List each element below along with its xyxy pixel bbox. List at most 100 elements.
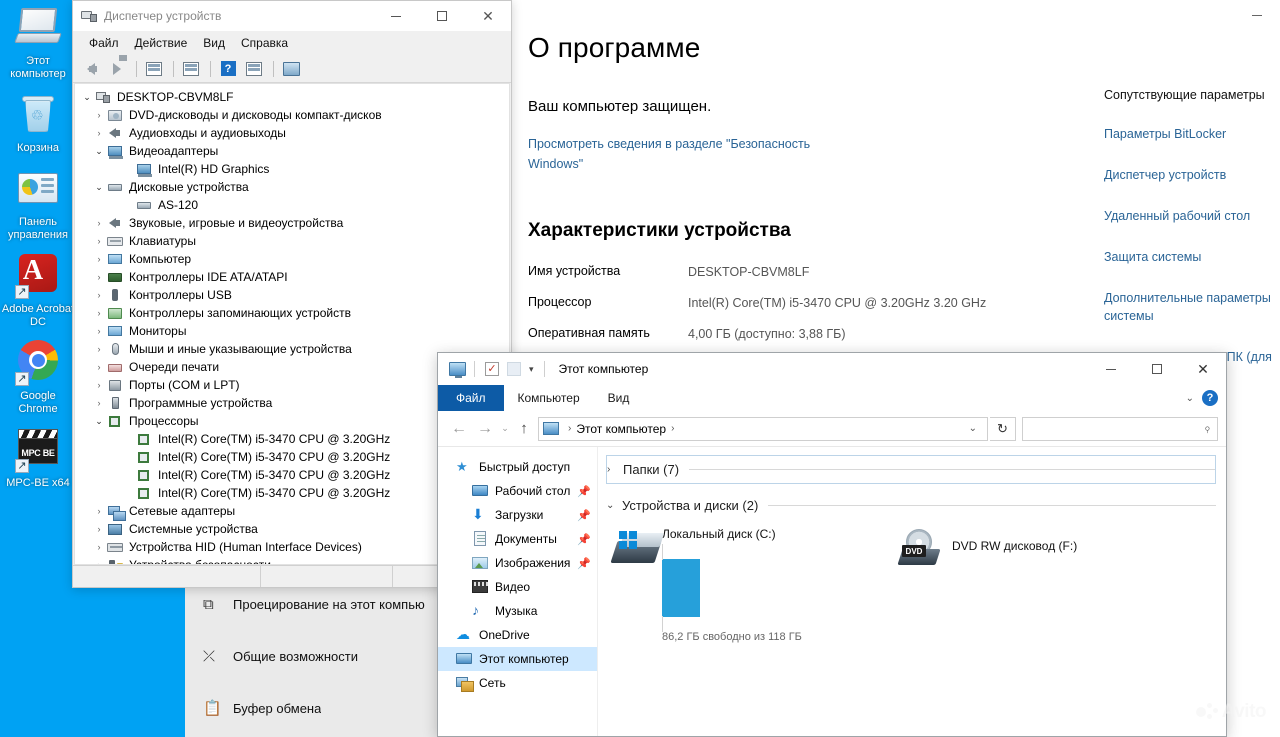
desktop-icon-control-panel[interactable]: Панель управления xyxy=(0,165,76,242)
chevron-right-icon[interactable]: › xyxy=(91,308,107,318)
scan-icon[interactable] xyxy=(242,58,266,80)
chevron-right-icon[interactable]: › xyxy=(91,254,107,264)
this-pc-icon[interactable] xyxy=(446,358,468,380)
forward-arrow-icon[interactable] xyxy=(105,58,129,80)
pin-icon[interactable]: 📌 xyxy=(577,509,591,522)
nav-item-quick-access-star[interactable]: ★ Быстрый доступ xyxy=(438,455,597,479)
device-tree-node[interactable]: Intel(R) HD Graphics xyxy=(75,160,509,178)
device-tree-node[interactable]: ⌄ Видеоадаптеры xyxy=(75,142,509,160)
chevron-right-icon[interactable]: › xyxy=(91,272,107,282)
pin-icon[interactable]: 📌 xyxy=(577,533,591,546)
related-link-advanced-system[interactable]: Дополнительные параметры системы xyxy=(1104,289,1280,325)
properties-icon[interactable] xyxy=(142,58,166,80)
desktop-icon-this-pc[interactable]: Этот компьютер xyxy=(0,4,76,81)
chevron-right-icon[interactable]: › xyxy=(91,290,107,300)
chevron-right-icon[interactable]: › xyxy=(91,506,107,516)
chevron-down-icon[interactable]: ⌄ xyxy=(79,92,95,103)
chevron-right-icon[interactable]: › xyxy=(91,362,107,372)
chevron-right-icon[interactable]: › xyxy=(91,218,107,228)
new-folder-icon[interactable] xyxy=(503,358,525,380)
chevron-down-icon[interactable]: ⌄ xyxy=(91,416,107,427)
breadcrumb[interactable]: › Этот компьютер › ⌄ xyxy=(538,416,988,441)
ribbon-collapse-icon[interactable]: ⌄ xyxy=(1178,393,1202,404)
breadcrumb-dropdown-icon[interactable]: ⌄ xyxy=(963,423,983,434)
nav-item-clipboard[interactable]: 📋 Буфер обмена xyxy=(185,682,443,734)
help-icon[interactable]: ? xyxy=(1202,390,1218,406)
desktop-icon-recycle-bin[interactable]: ♲ Корзина xyxy=(0,91,76,155)
chevron-right-icon[interactable]: › xyxy=(91,128,107,138)
device-tree-node[interactable]: › Звуковые, игровые и видеоустройства xyxy=(75,214,509,232)
nav-item-documents[interactable]: Документы 📌 xyxy=(438,527,597,551)
up-button[interactable]: ↑ xyxy=(512,420,536,437)
related-link-bitlocker[interactable]: Параметры BitLocker xyxy=(1104,125,1280,143)
chevron-right-icon[interactable]: › xyxy=(91,560,107,564)
related-link-system-protection[interactable]: Защита системы xyxy=(1104,248,1280,266)
maximize-button[interactable] xyxy=(1134,353,1180,385)
desktop-icon-google-chrome[interactable]: ↗ Google Chrome xyxy=(0,339,76,416)
device-tree-node[interactable]: › Клавиатуры xyxy=(75,232,509,250)
chevron-right-icon[interactable]: › xyxy=(91,542,107,552)
nav-item-shared-experiences[interactable]: ⤫ Общие возможности xyxy=(185,630,443,682)
menu-view[interactable]: Вид xyxy=(195,34,233,52)
nav-item-pictures[interactable]: Изображения 📌 xyxy=(438,551,597,575)
nav-item-videos[interactable]: Видео xyxy=(438,575,597,599)
device-tree-node[interactable]: › Компьютер xyxy=(75,250,509,268)
help-icon[interactable]: ? xyxy=(216,58,240,80)
navigation-pane[interactable]: ★ Быстрый доступ Рабочий стол 📌 ⬇ Загрузки 📌 До… xyxy=(438,447,598,736)
chevron-right-icon[interactable]: › xyxy=(91,236,107,246)
device-tree-node[interactable]: AS-120 xyxy=(75,196,509,214)
back-button[interactable]: ← xyxy=(446,416,472,442)
chevron-right-icon[interactable]: › xyxy=(91,326,107,336)
nav-item-desktop[interactable]: Рабочий стол 📌 xyxy=(438,479,597,503)
device-tree-node[interactable]: › Аудиовходы и аудиовыходы xyxy=(75,124,509,142)
tab-file[interactable]: Файл xyxy=(438,385,504,411)
pin-icon[interactable]: 📌 xyxy=(577,485,591,498)
desktop-icon-mpc-be[interactable]: MPC BE ↗ MPC-BE x64 xyxy=(0,426,76,490)
related-link-device-manager[interactable]: Диспетчер устройств xyxy=(1104,166,1280,184)
device-tree-node[interactable]: › Контроллеры запоминающих устройств xyxy=(75,304,509,322)
update-driver-icon[interactable] xyxy=(179,58,203,80)
pin-icon[interactable]: 📌 xyxy=(577,557,591,570)
tab-computer[interactable]: Компьютер xyxy=(504,385,594,411)
windows-security-link[interactable]: Просмотреть сведения в разделе "Безопасн… xyxy=(528,134,848,174)
maximize-button[interactable] xyxy=(419,1,465,31)
search-input[interactable] xyxy=(1029,421,1205,436)
device-tree-node[interactable]: ⌄ Дисковые устройства xyxy=(75,178,509,196)
device-tree-node[interactable]: › DVD-дисководы и дисководы компакт-диско… xyxy=(75,106,509,124)
drive-item-local-disk[interactable]: Локальный диск (C:) 86,2 ГБ свободно из … xyxy=(606,525,896,643)
chevron-right-icon[interactable]: › xyxy=(91,524,107,534)
minimize-button[interactable] xyxy=(1088,353,1134,385)
close-button[interactable]: ✕ xyxy=(465,1,511,31)
related-link-remote-desktop[interactable]: Удаленный рабочий стол xyxy=(1104,207,1280,225)
device-tree-node[interactable]: › Контроллеры IDE ATA/ATAPI xyxy=(75,268,509,286)
show-devices-icon[interactable] xyxy=(279,58,303,80)
menu-file[interactable]: Файл xyxy=(81,34,127,52)
chevron-right-icon[interactable]: › xyxy=(91,380,107,390)
properties-icon[interactable]: ✓ xyxy=(481,358,503,380)
back-arrow-icon[interactable] xyxy=(79,58,103,80)
device-tree-node[interactable]: ⌄ DESKTOP-CBVM8LF xyxy=(75,88,509,106)
breadcrumb-root[interactable]: Этот компьютер xyxy=(576,422,666,436)
chevron-right-icon[interactable]: › xyxy=(91,344,107,354)
group-header-devices[interactable]: ⌄ Устройства и диски (2) xyxy=(606,498,1216,513)
history-dropdown-icon[interactable]: ⌄ xyxy=(498,423,512,434)
desktop-icon-adobe-acrobat[interactable]: A ↗ Adobe Acrobat DC xyxy=(0,252,76,329)
minimize-button[interactable] xyxy=(373,1,419,31)
chevron-right-icon[interactable]: › xyxy=(91,110,107,120)
nav-item-downloads[interactable]: ⬇ Загрузки 📌 xyxy=(438,503,597,527)
search-box[interactable]: ⌕ xyxy=(1022,416,1218,441)
group-folders[interactable]: › Папки (7) xyxy=(606,455,1216,484)
nav-item-onedrive-cloud[interactable]: ☁ OneDrive xyxy=(438,623,597,647)
device-tree-node[interactable]: › Контроллеры USB xyxy=(75,286,509,304)
drive-item-dvd[interactable]: DVD DVD RW дисковод (F:) xyxy=(896,525,1186,585)
close-button[interactable]: ✕ xyxy=(1180,353,1226,385)
chevron-down-icon[interactable]: ⌄ xyxy=(91,182,107,193)
chevron-down-icon[interactable]: ⌄ xyxy=(91,146,107,157)
nav-item-network[interactable]: Сеть xyxy=(438,671,597,695)
nav-item-music[interactable]: ♪ Музыка xyxy=(438,599,597,623)
menu-action[interactable]: Действие xyxy=(127,34,196,52)
refresh-button[interactable]: ↻ xyxy=(990,416,1016,441)
qat-dropdown-icon[interactable]: ▾ xyxy=(525,364,538,375)
forward-button[interactable]: → xyxy=(472,416,498,442)
nav-item-this-pc[interactable]: Этот компьютер xyxy=(438,647,597,671)
